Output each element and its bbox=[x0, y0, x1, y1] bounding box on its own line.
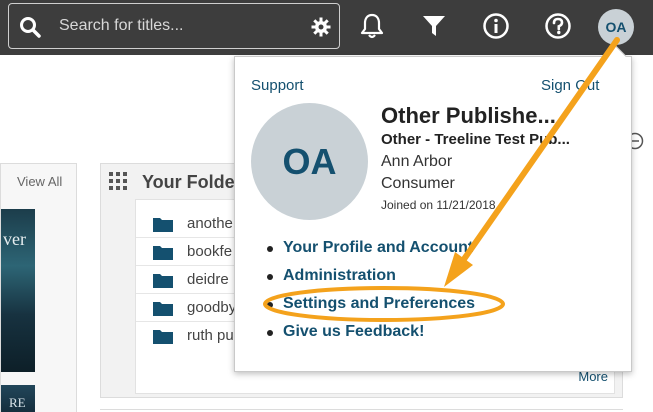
account-dropdown: Support Sign Out OA Other Publishe... Ot… bbox=[234, 44, 632, 372]
folder-label: anothe bbox=[187, 215, 233, 232]
view-all-link[interactable]: View All bbox=[17, 174, 62, 189]
bell-icon[interactable] bbox=[358, 12, 386, 40]
book-cover[interactable]: RE bbox=[1, 385, 35, 412]
menu-item-settings[interactable]: Settings and Preferences bbox=[266, 295, 475, 323]
profile-type: Consumer bbox=[381, 175, 455, 192]
menu-item-administration[interactable]: Administration bbox=[266, 267, 475, 295]
search-icon bbox=[20, 17, 41, 38]
menu-item-feedback[interactable]: Give us Feedback! bbox=[266, 323, 475, 351]
user-avatar-button[interactable]: OA bbox=[598, 9, 634, 45]
folder-label: ruth pu bbox=[187, 327, 234, 344]
folder-label: bookfe bbox=[187, 243, 233, 260]
info-icon[interactable] bbox=[482, 12, 510, 40]
search-input[interactable]: Search for titles... bbox=[59, 17, 184, 35]
folder-label: deidre bbox=[187, 271, 229, 288]
cover-title: RE bbox=[9, 395, 26, 410]
support-link[interactable]: Support bbox=[251, 77, 304, 94]
folder-icon bbox=[153, 218, 173, 232]
folder-icon bbox=[153, 246, 173, 260]
account-menu: Your Profile and Account Administration … bbox=[266, 239, 475, 351]
recent-titles-panel: View All ver RE bbox=[0, 163, 77, 412]
search-box[interactable]: Search for titles... bbox=[8, 3, 340, 49]
filter-icon[interactable] bbox=[420, 12, 448, 40]
profile-avatar: OA bbox=[251, 103, 368, 220]
folder-label: goodby bbox=[187, 299, 237, 316]
profile-organization: Other - Treeline Test Pub... bbox=[381, 131, 570, 148]
folder-icon bbox=[153, 274, 173, 288]
book-cover[interactable]: ver bbox=[1, 209, 35, 372]
sign-out-link[interactable]: Sign Out bbox=[541, 77, 599, 94]
top-bar: Search for titles... OA bbox=[0, 0, 653, 55]
help-icon[interactable] bbox=[544, 12, 572, 40]
folder-icon bbox=[153, 302, 173, 316]
gear-icon[interactable] bbox=[311, 17, 331, 37]
menu-item-profile[interactable]: Your Profile and Account bbox=[266, 239, 475, 267]
grid-icon bbox=[109, 172, 127, 190]
profile-city: Ann Arbor bbox=[381, 153, 453, 170]
folder-icon bbox=[153, 330, 173, 344]
folders-title: Your Folde bbox=[142, 172, 235, 192]
cover-title: ver bbox=[3, 229, 26, 249]
profile-joined-date: Joined on 11/21/2018 bbox=[381, 198, 496, 212]
profile-name: Other Publishe... bbox=[381, 103, 556, 128]
